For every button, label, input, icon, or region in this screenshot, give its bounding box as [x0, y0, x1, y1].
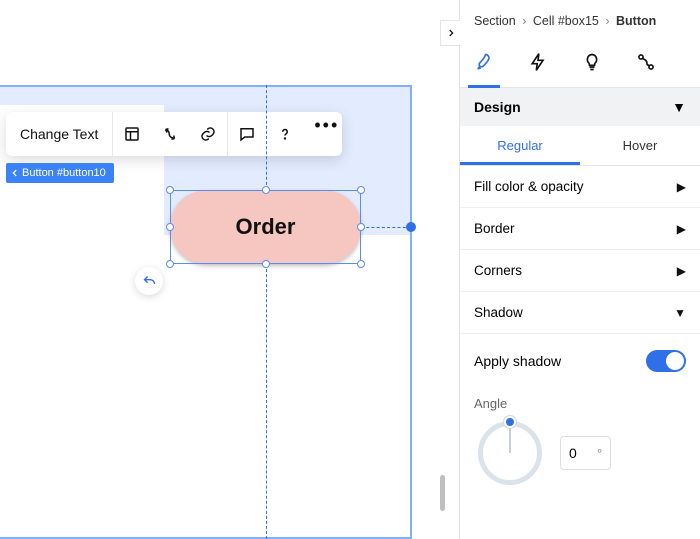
breadcrumb-sep: › [605, 14, 609, 28]
link-button[interactable] [189, 112, 227, 156]
layout-button[interactable] [113, 112, 151, 156]
guide-horizontal [361, 227, 411, 228]
element-tag-label: Button #button10 [22, 167, 106, 179]
link-icon [199, 125, 217, 143]
chevron-down-icon: ▼ [674, 306, 686, 320]
chevron-right-icon: ▶ [677, 264, 686, 278]
angle-dial[interactable] [474, 417, 546, 489]
angle-input[interactable] [561, 445, 597, 461]
apply-shadow-row: Apply shadow [460, 334, 700, 380]
help-button[interactable] [266, 112, 304, 156]
undo-icon [142, 274, 157, 289]
resize-handle-ne[interactable] [357, 186, 365, 194]
breadcrumb-sep: › [522, 14, 526, 28]
connect-icon [636, 52, 656, 72]
guide-vertical [266, 264, 267, 539]
row-border[interactable]: Border ▶ [460, 208, 700, 250]
bolt-icon [528, 52, 548, 72]
angle-unit: ° [597, 446, 610, 461]
element-tag[interactable]: Button #button10 [6, 163, 114, 183]
animation-icon [161, 125, 179, 143]
tab-link[interactable] [636, 46, 656, 87]
collapse-panel-button[interactable] [440, 20, 460, 46]
more-button[interactable]: ••• [304, 112, 342, 156]
chevron-left-icon [10, 168, 20, 178]
more-icon: ••• [314, 125, 332, 143]
row-corners-label: Corners [474, 263, 522, 278]
resize-handle-s[interactable] [262, 260, 270, 268]
resize-handle-nw[interactable] [166, 186, 174, 194]
row-shadow[interactable]: Shadow ▼ [460, 292, 700, 334]
apply-shadow-toggle[interactable] [646, 350, 686, 372]
angle-label: Angle [460, 380, 700, 417]
comment-icon [238, 125, 256, 143]
canvas-resize-grip[interactable] [440, 475, 445, 511]
state-subtabs: Regular Hover [460, 126, 700, 166]
guide-anchor-dot [406, 222, 416, 232]
selection-outline [170, 190, 361, 264]
guide-vertical [266, 85, 267, 190]
resize-handle-w[interactable] [166, 223, 174, 231]
tab-actions[interactable] [528, 46, 548, 87]
layout-icon [123, 125, 141, 143]
subtab-regular[interactable]: Regular [460, 126, 580, 165]
lightbulb-icon [582, 52, 602, 72]
row-corners[interactable]: Corners ▶ [460, 250, 700, 292]
breadcrumb: Section › Cell #box15 › Button [460, 0, 700, 46]
resize-handle-sw[interactable] [166, 260, 174, 268]
angle-dial-needle [509, 425, 511, 453]
resize-handle-se[interactable] [357, 260, 365, 268]
canvas[interactable]: Change Text ••• Button #button10 Ord [0, 0, 460, 539]
breadcrumb-cell[interactable]: Cell #box15 [533, 14, 599, 28]
row-border-label: Border [474, 221, 515, 236]
undo-button[interactable] [135, 267, 163, 295]
row-shadow-label: Shadow [474, 305, 523, 320]
row-fill-label: Fill color & opacity [474, 179, 584, 194]
tab-ideas[interactable] [582, 46, 602, 87]
design-section-header[interactable]: Design ▼ [460, 88, 700, 126]
resize-handle-e[interactable] [357, 223, 365, 231]
panel-mode-tabs [460, 46, 700, 88]
chevron-right-icon [446, 27, 456, 39]
inspector-panel: Section › Cell #box15 › Button Design ▼ … [460, 0, 700, 539]
animation-button[interactable] [151, 112, 189, 156]
subtab-hover[interactable]: Hover [580, 126, 700, 165]
angle-dial-knob[interactable] [504, 416, 516, 428]
change-text-button[interactable]: Change Text [6, 126, 112, 142]
help-icon [276, 125, 294, 143]
brush-icon [474, 52, 494, 72]
floating-toolbar: Change Text ••• [6, 112, 342, 156]
angle-input-wrap: ° [560, 436, 611, 470]
tab-design[interactable] [474, 46, 494, 87]
row-fill[interactable]: Fill color & opacity ▶ [460, 166, 700, 208]
comment-button[interactable] [228, 112, 266, 156]
chevron-right-icon: ▶ [677, 222, 686, 236]
resize-handle-n[interactable] [262, 186, 270, 194]
angle-control: ° [460, 417, 700, 503]
design-section-title: Design [474, 99, 521, 115]
chevron-down-icon: ▼ [672, 99, 686, 115]
breadcrumb-section[interactable]: Section [474, 14, 516, 28]
chevron-right-icon: ▶ [677, 180, 686, 194]
selection[interactable]: Order [170, 190, 361, 264]
apply-shadow-label: Apply shadow [474, 353, 561, 369]
breadcrumb-current: Button [616, 14, 656, 28]
